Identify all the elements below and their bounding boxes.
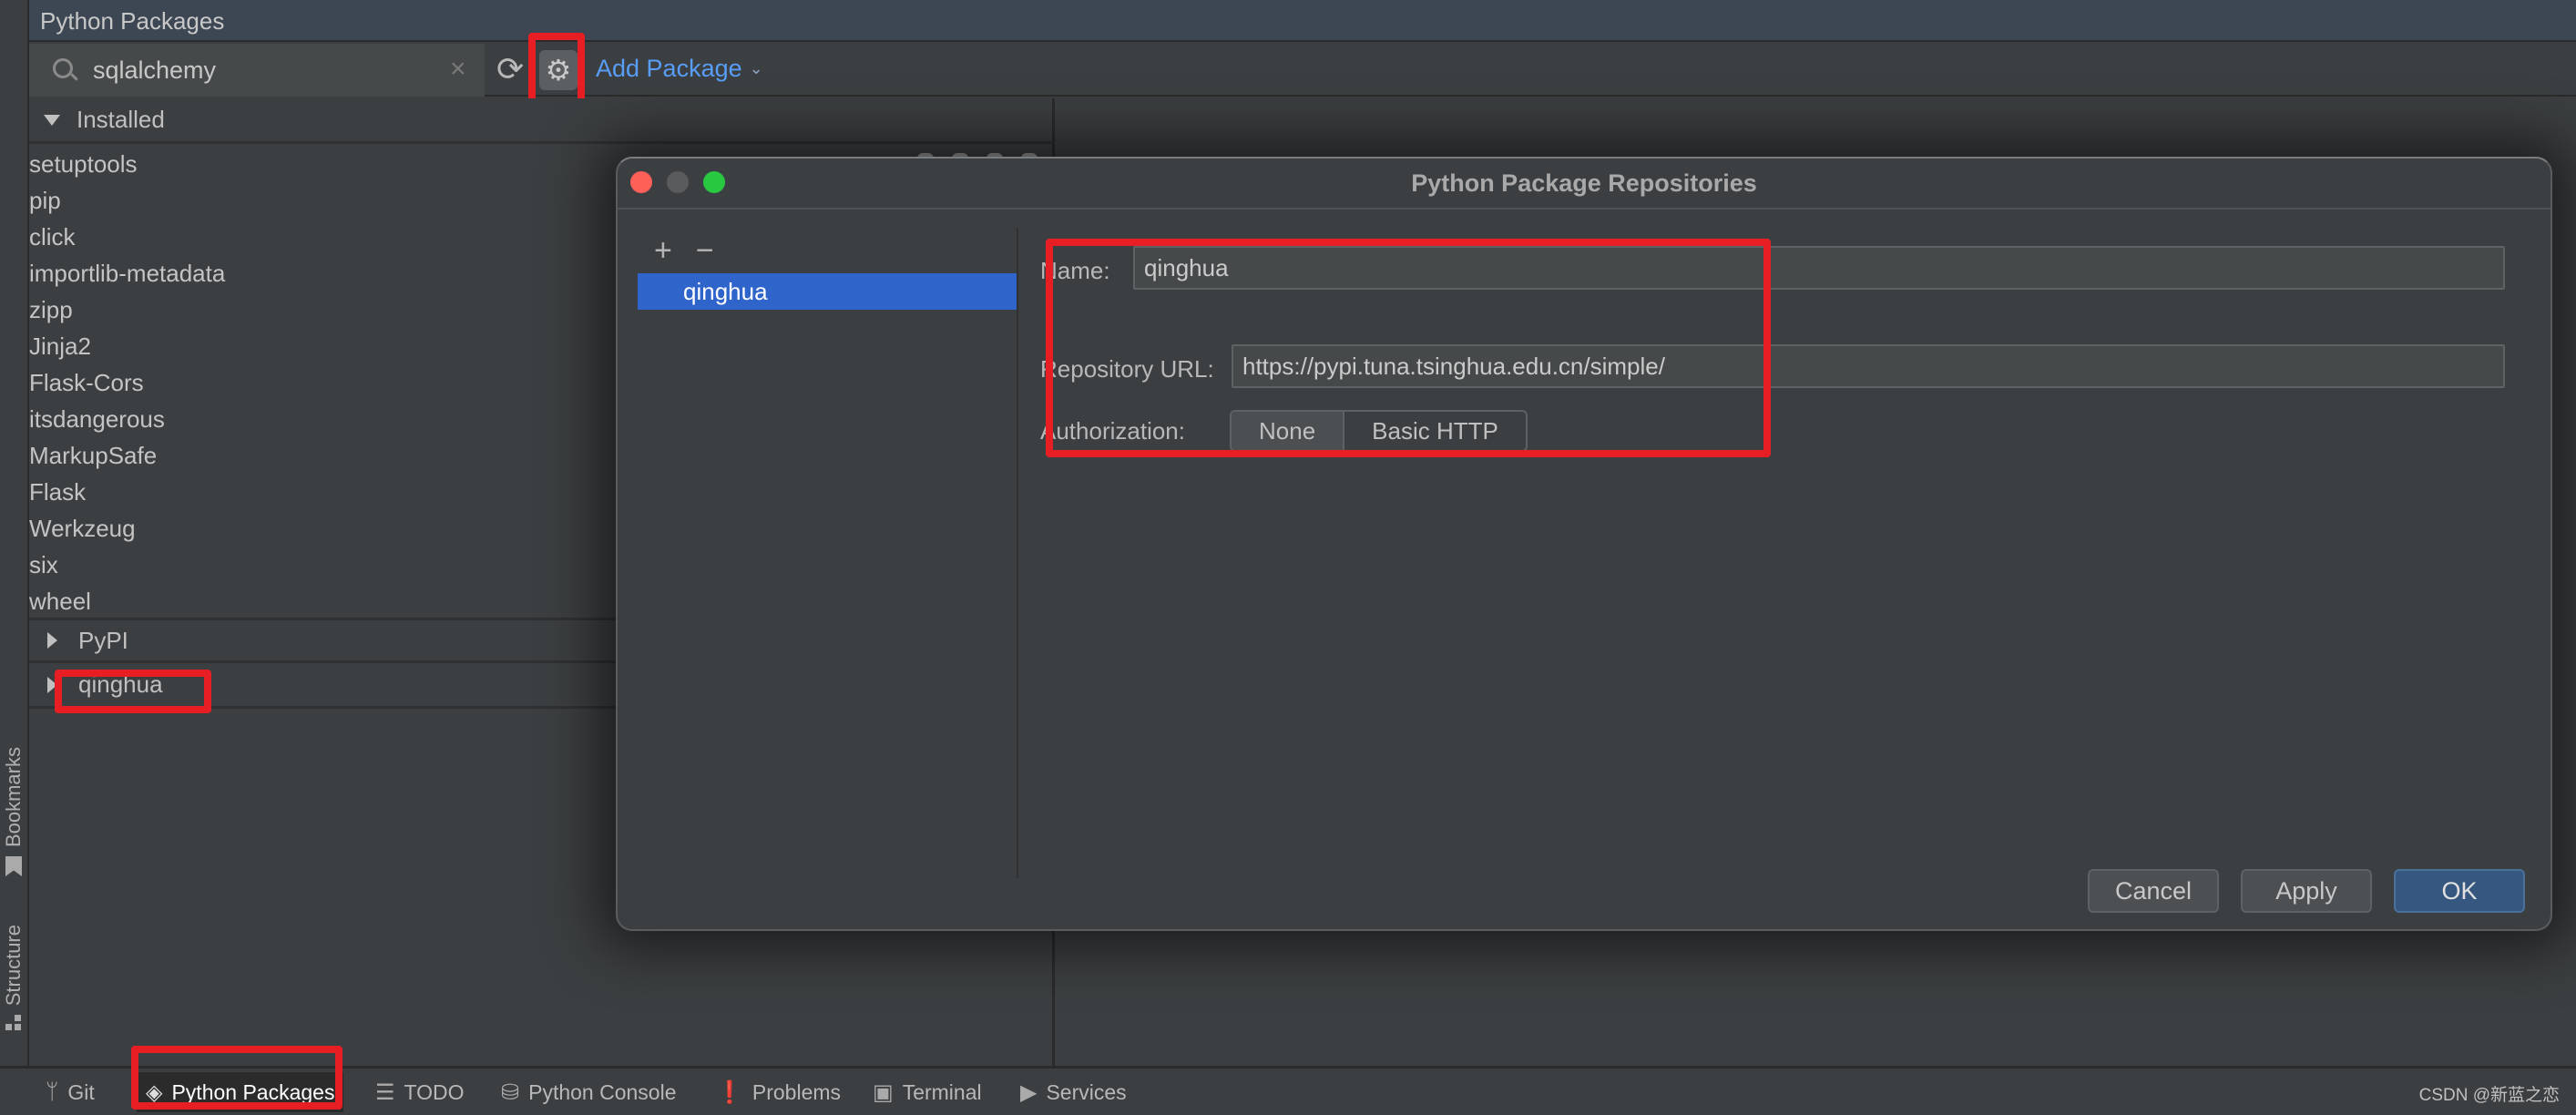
add-package-button[interactable]: Add Package ⌄ — [596, 55, 763, 83]
bookmarks-label: Bookmarks — [2, 747, 25, 848]
tab-services[interactable]: ▶ Services — [1011, 1072, 1136, 1112]
left-tool-strip: Bookmarks Structure — [0, 0, 29, 1066]
repository-url-label: Repository URL: — [1040, 355, 1214, 383]
installed-group-header[interactable]: Installed — [29, 98, 1055, 144]
manage-repositories-button[interactable]: ⚙ — [539, 50, 578, 90]
expand-down-icon — [44, 114, 60, 126]
tab-label: Git — [67, 1079, 95, 1104]
dialog-title: Python Package Repositories — [1411, 169, 1757, 197]
installed-label: Installed — [77, 106, 165, 133]
tab-git[interactable]: ᛘ Git — [36, 1072, 104, 1112]
terminal-icon: ▣ — [873, 1079, 894, 1105]
structure-label: Structure — [2, 925, 25, 1007]
auth-option-none[interactable]: None — [1232, 412, 1345, 450]
search-input[interactable] — [93, 53, 439, 87]
tab-label: Python Packages — [171, 1079, 335, 1104]
repository-list-toolbar: + − — [638, 228, 1017, 273]
watermark: CSDN @新蓝之恋 — [2418, 1086, 2560, 1105]
auth-option-basic-http[interactable]: Basic HTTP — [1344, 412, 1526, 450]
tab-terminal[interactable]: ▣ Terminal — [864, 1072, 991, 1112]
layers-icon: ◈ — [146, 1079, 163, 1105]
add-repository-icon[interactable]: + — [654, 233, 672, 269]
repository-list-pane: + − qinghua — [638, 228, 1018, 878]
apply-button[interactable]: Apply — [2241, 869, 2372, 913]
expand-right-icon — [47, 632, 57, 649]
chevron-down-icon: ⌄ — [749, 59, 763, 77]
authorization-label: Authorization: — [1040, 417, 1185, 445]
tool-window-header: Python Packages — [29, 0, 2576, 42]
dialog-titlebar: Python Package Repositories — [618, 159, 2550, 210]
tab-python-packages[interactable]: ◈ Python Packages — [137, 1072, 344, 1112]
tab-python-console[interactable]: ⛁ Python Console — [492, 1072, 686, 1112]
pypi-label: PyPI — [78, 626, 128, 654]
repository-url-field[interactable] — [1232, 344, 2505, 388]
bookmarks-tab[interactable]: Bookmarks — [0, 747, 27, 877]
remove-repository-icon[interactable]: − — [696, 233, 714, 269]
packages-toolbar: × ⟳ ⚙ Add Package ⌄ — [29, 44, 2576, 97]
name-label: Name: — [1040, 257, 1110, 284]
tab-todo[interactable]: ☰ TODO — [366, 1072, 474, 1112]
expand-right-icon — [47, 676, 57, 693]
refresh-icon[interactable]: ⟳ — [496, 51, 524, 87]
services-icon: ▶ — [1020, 1079, 1038, 1105]
structure-icon — [5, 1015, 22, 1031]
python-package-repositories-dialog: Python Package Repositories + − qinghua … — [616, 157, 2552, 931]
tab-label: Services — [1046, 1079, 1127, 1104]
clear-search-icon[interactable]: × — [450, 55, 466, 84]
authorization-segmented-control: None Basic HTTP — [1230, 410, 1528, 452]
tab-label: Python Console — [528, 1079, 677, 1104]
bookmark-icon — [5, 856, 22, 877]
list-icon: ☰ — [375, 1079, 395, 1105]
bottom-tool-bar: ᛘ Git ◈ Python Packages ☰ TODO ⛁ Python … — [0, 1066, 2576, 1115]
warning-icon: ❗ — [716, 1079, 743, 1105]
name-field[interactable] — [1133, 246, 2505, 290]
qinghua-label: qinghua — [78, 670, 163, 698]
structure-tab[interactable]: Structure — [0, 925, 27, 1031]
tab-label: Problems — [751, 1079, 842, 1104]
search-icon — [53, 58, 73, 78]
tab-problems[interactable]: ❗ Problems — [707, 1072, 850, 1112]
ok-button[interactable]: OK — [2394, 869, 2525, 913]
tool-window-title: Python Packages — [40, 7, 225, 35]
git-branch-icon: ᛘ — [46, 1079, 59, 1104]
tab-label: TODO — [404, 1079, 465, 1104]
gear-icon: ⚙ — [545, 54, 572, 87]
cancel-button[interactable]: Cancel — [2088, 869, 2219, 913]
python-icon: ⛁ — [501, 1079, 520, 1105]
tab-label: Terminal — [902, 1079, 982, 1104]
add-package-label: Add Package — [596, 55, 742, 82]
search-box: × — [29, 44, 485, 97]
repository-list-item[interactable]: qinghua — [638, 273, 1017, 310]
